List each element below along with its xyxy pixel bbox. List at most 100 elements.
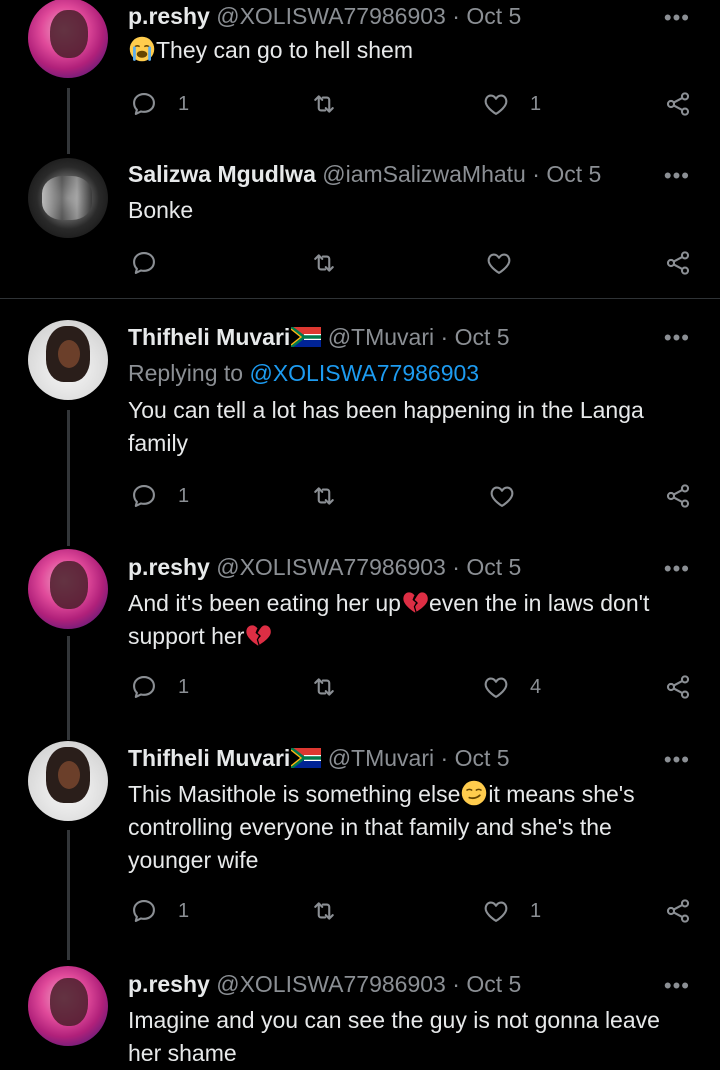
like-button[interactable] <box>488 478 516 514</box>
tweet-actions: 1 <box>0 478 720 514</box>
reply-count: 1 <box>178 899 190 922</box>
replying-to: Replying to @XOLISWA77986903 <box>128 360 480 386</box>
reply-button[interactable]: 1 <box>130 478 189 514</box>
user-handle[interactable]: @TMuvari <box>328 324 434 350</box>
tweet[interactable]: Thifheli Muvari @TMuvari · Oct 5 ••• Thi… <box>0 737 720 957</box>
tweet-header: Salizwa Mgudlwa @iamSalizwaMhatu · Oct 5 <box>128 160 601 188</box>
retweet-button[interactable] <box>310 245 338 281</box>
tweet[interactable]: p.reshy @XOLISWA77986903 · Oct 5 ••• Ima… <box>0 962 720 1070</box>
display-name[interactable]: p.reshy <box>128 3 210 29</box>
share-icon <box>664 897 692 925</box>
retweet-icon <box>310 90 338 118</box>
tweet-text: This Masithole is something else it means… <box>128 779 635 873</box>
like-icon <box>488 482 516 510</box>
more-icon[interactable]: ••• <box>664 975 690 997</box>
more-icon[interactable]: ••• <box>664 327 690 349</box>
tweet-date[interactable]: Oct 5 <box>455 324 510 350</box>
user-handle[interactable]: @iamSalizwaMhatu <box>322 161 526 187</box>
share-button[interactable] <box>664 245 692 281</box>
more-icon[interactable]: ••• <box>664 749 690 771</box>
tweet-actions <box>0 245 720 281</box>
avatar[interactable] <box>28 320 108 400</box>
tweet-date[interactable]: Oct 5 <box>466 3 521 29</box>
reply-icon <box>130 673 158 701</box>
tweet-date[interactable]: Oct 5 <box>546 161 601 187</box>
broken-heart-emoji <box>401 588 429 616</box>
share-icon <box>664 482 692 510</box>
display-name[interactable]: Salizwa Mgudlwa <box>128 161 316 187</box>
more-icon[interactable]: ••• <box>664 165 690 187</box>
tweet-date[interactable]: Oct 5 <box>455 745 510 771</box>
share-button[interactable] <box>664 893 692 929</box>
tweet-actions: 1 4 <box>0 669 720 705</box>
reply-icon <box>130 90 158 118</box>
like-button[interactable]: 4 <box>482 669 541 705</box>
reply-button[interactable] <box>130 245 158 281</box>
tweet-actions: 1 1 <box>0 893 720 929</box>
display-name[interactable]: p.reshy <box>128 554 210 580</box>
like-button[interactable]: 1 <box>482 893 541 929</box>
reply-count: 1 <box>178 484 190 507</box>
reply-button[interactable]: 1 <box>130 893 189 929</box>
tweet[interactable]: Thifheli Muvari @TMuvari · Oct 5 ••• Rep… <box>0 310 720 530</box>
reply-icon <box>130 249 158 277</box>
share-button[interactable] <box>664 478 692 514</box>
like-icon <box>485 249 513 277</box>
tweet-header: p.reshy @XOLISWA77986903 · Oct 5 <box>128 553 521 581</box>
like-button[interactable] <box>485 245 513 281</box>
reply-button[interactable]: 1 <box>130 86 189 122</box>
more-icon[interactable]: ••• <box>664 558 690 580</box>
like-icon <box>482 897 510 925</box>
user-handle[interactable]: @XOLISWA77986903 <box>216 971 446 997</box>
display-name[interactable]: Thifheli Muvari <box>128 324 290 350</box>
south-africa-flag-icon <box>291 748 321 768</box>
tweet-header: p.reshy @XOLISWA77986903 · Oct 5 <box>128 2 521 30</box>
user-handle[interactable]: @TMuvari <box>328 745 434 771</box>
share-icon <box>664 673 692 701</box>
tweet-header: p.reshy @XOLISWA77986903 · Oct 5 <box>128 970 521 998</box>
retweet-button[interactable] <box>310 669 338 705</box>
tweet[interactable]: Salizwa Mgudlwa @iamSalizwaMhatu · Oct 5… <box>0 150 720 298</box>
display-name[interactable]: Thifheli Muvari <box>128 745 290 771</box>
separator-dot: · <box>440 745 449 771</box>
tweet[interactable]: p.reshy @XOLISWA77986903 · Oct 5 ••• The… <box>0 0 720 150</box>
retweet-button[interactable] <box>310 893 338 929</box>
smirk-emoji <box>460 779 488 807</box>
share-icon <box>664 249 692 277</box>
tweet[interactable]: p.reshy @XOLISWA77986903 · Oct 5 ••• And… <box>0 545 720 725</box>
user-handle[interactable]: @XOLISWA77986903 <box>216 3 446 29</box>
reply-button[interactable]: 1 <box>130 669 189 705</box>
avatar[interactable] <box>28 966 108 1046</box>
avatar[interactable] <box>28 0 108 78</box>
retweet-icon <box>310 482 338 510</box>
reply-count: 1 <box>178 92 190 115</box>
avatar[interactable] <box>28 741 108 821</box>
separator-dot: · <box>452 554 460 580</box>
mention-link[interactable]: @XOLISWA77986903 <box>249 360 479 386</box>
tweet-text: They can go to hell shem <box>128 34 688 67</box>
tweet-date[interactable]: Oct 5 <box>466 554 521 580</box>
tweet-text: You can tell a lot has been happening in… <box>128 397 644 456</box>
like-count: 4 <box>530 675 542 698</box>
retweet-icon <box>310 249 338 277</box>
thread-divider <box>0 298 720 299</box>
retweet-button[interactable] <box>310 478 338 514</box>
display-name[interactable]: p.reshy <box>128 971 210 997</box>
tweet-header: Thifheli Muvari @TMuvari · Oct 5 <box>128 323 510 351</box>
share-button[interactable] <box>664 669 692 705</box>
user-handle[interactable]: @XOLISWA77986903 <box>216 554 446 580</box>
reply-count: 1 <box>178 675 190 698</box>
like-button[interactable]: 1 <box>482 86 541 122</box>
tweet-text: Imagine and you can see the guy is not g… <box>128 1007 660 1066</box>
avatar[interactable] <box>28 158 108 238</box>
retweet-icon <box>310 673 338 701</box>
separator-dot: · <box>452 971 460 997</box>
separator-dot: · <box>440 324 449 350</box>
like-count: 1 <box>530 92 542 115</box>
share-button[interactable] <box>664 86 692 122</box>
separator-dot: · <box>452 3 460 29</box>
avatar[interactable] <box>28 549 108 629</box>
tweet-date[interactable]: Oct 5 <box>466 971 521 997</box>
more-icon[interactable]: ••• <box>664 7 690 29</box>
retweet-button[interactable] <box>310 86 338 122</box>
